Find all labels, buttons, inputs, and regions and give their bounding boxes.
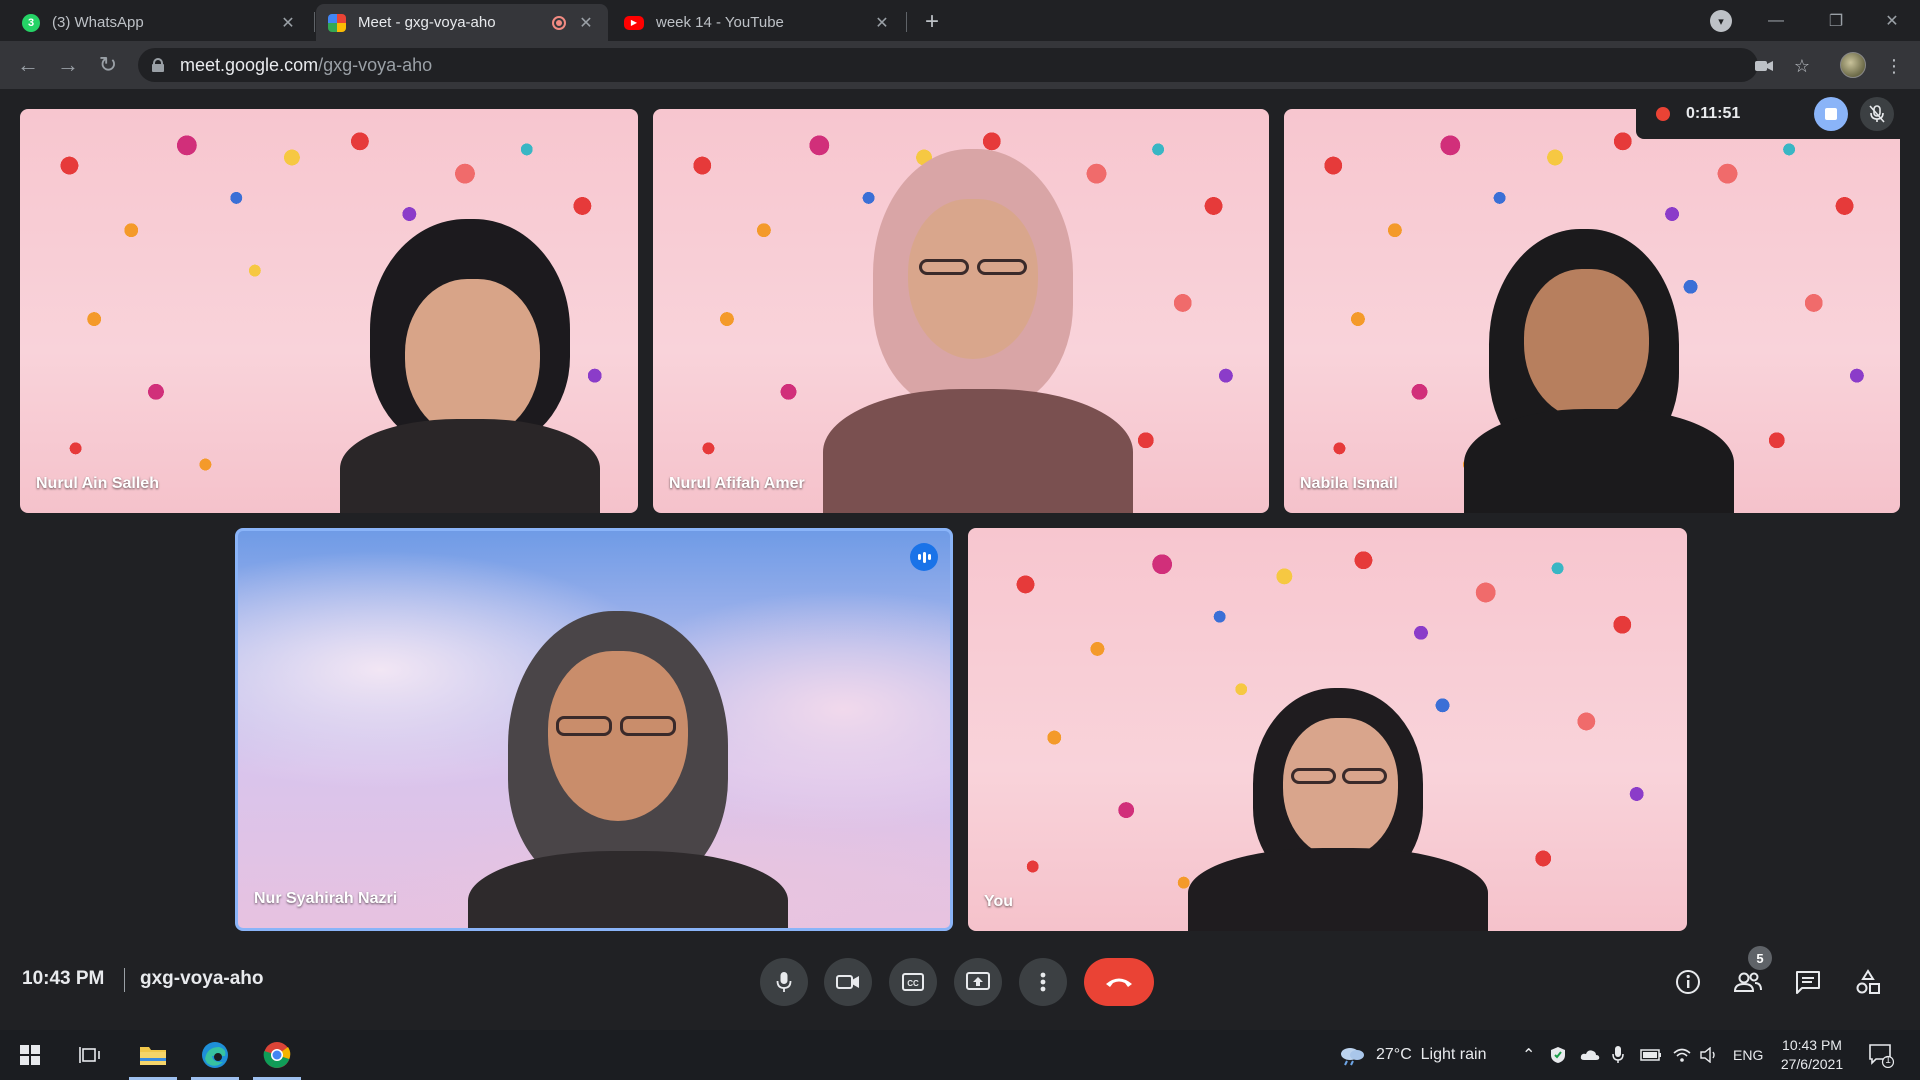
svg-text:CC: CC [907, 979, 919, 988]
tab-title: week 14 - YouTube [656, 14, 784, 31]
mic-off-icon[interactable] [1860, 97, 1894, 131]
speaking-indicator-icon [910, 543, 938, 571]
cloud-rain-icon [1341, 1048, 1364, 1066]
show-hidden-icons-chevron-up-icon[interactable]: ⌃ [1522, 1030, 1535, 1080]
youtube-icon: ▶ [624, 15, 644, 30]
participant-tile[interactable]: Nabila Ismail [1284, 109, 1900, 513]
windows-taskbar: 27°C Light rain ⌃ ENG 10:43 PM 27/6/2021… [0, 1030, 1920, 1080]
participant-video [340, 219, 610, 513]
minimize-button[interactable]: — [1746, 0, 1806, 41]
recording-panel: 0:11:51 [1636, 89, 1906, 139]
tab-title: (3) WhatsApp [52, 14, 144, 31]
present-screen-button[interactable] [954, 958, 1002, 1006]
participant-tile-active-speaker[interactable]: Nur Syahirah Nazri [235, 528, 953, 931]
self-view-tile[interactable]: You [968, 528, 1687, 931]
taskbar-time: 10:43 PM [1782, 1037, 1842, 1053]
recording-timer: 0:11:51 [1686, 105, 1741, 122]
reload-icon[interactable]: ↻ [92, 49, 124, 81]
wifi-icon[interactable] [1672, 1030, 1692, 1080]
participant-name: Nabila Ismail [1300, 475, 1398, 492]
taskbar-clock[interactable]: 10:43 PM 27/6/2021 [1760, 1036, 1864, 1074]
address-bar[interactable]: meet.google.com /gxg-voya-aho [138, 48, 1758, 82]
stop-recording-button[interactable] [1814, 97, 1848, 131]
url-path: /gxg-voya-aho [318, 54, 433, 75]
meet-icon [328, 13, 346, 32]
camera-button[interactable] [824, 958, 872, 1006]
browser-tab-strip: 3 (3) WhatsApp ✕ Meet - gxg-voya-aho ✕ ▶… [0, 0, 1920, 41]
participant-name: You [984, 893, 1014, 910]
end-call-button[interactable] [1084, 958, 1154, 1006]
onedrive-cloud-icon[interactable] [1580, 1030, 1600, 1080]
file-explorer-icon[interactable] [125, 1030, 181, 1080]
participant-tile[interactable]: Nurul Afifah Amer [653, 109, 1269, 513]
security-shield-icon[interactable] [1550, 1030, 1566, 1080]
action-center-notification-icon[interactable]: 1 [1868, 1030, 1894, 1080]
volume-icon[interactable] [1700, 1030, 1720, 1080]
camera-in-use-icon[interactable] [1752, 54, 1776, 78]
url-host: meet.google.com [180, 54, 319, 75]
participant-name: Nur Syahirah Nazri [254, 890, 398, 907]
close-icon[interactable]: ✕ [278, 13, 298, 33]
battery-icon[interactable] [1640, 1030, 1662, 1080]
tab-meet[interactable]: Meet - gxg-voya-aho ✕ [316, 4, 608, 41]
taskbar-date: 27/6/2021 [1780, 1056, 1844, 1072]
more-options-button[interactable] [1019, 958, 1067, 1006]
meeting-code: gxg-voya-aho [140, 968, 264, 989]
microphone-tray-icon[interactable] [1612, 1030, 1624, 1080]
tab-separator [314, 12, 315, 32]
bookmark-star-icon[interactable]: ☆ [1790, 54, 1814, 78]
participant-name: Nurul Ain Salleh [36, 475, 159, 492]
forward-arrow-icon[interactable]: → [52, 49, 84, 81]
participant-video [1188, 688, 1488, 931]
notification-count: 1 [1885, 1055, 1891, 1066]
microphone-button[interactable] [760, 958, 808, 1006]
tab-search-icon[interactable]: ▾ [1710, 10, 1732, 32]
tab-title: Meet - gxg-voya-aho [358, 14, 496, 31]
participant-tile[interactable]: Nurul Ain Salleh [20, 109, 638, 513]
back-arrow-icon[interactable]: ← [12, 49, 44, 81]
participant-video [823, 149, 1133, 513]
new-tab-button[interactable]: + [918, 8, 946, 36]
meeting-details-info-icon[interactable] [1668, 962, 1708, 1002]
chat-icon[interactable] [1788, 962, 1828, 1002]
whatsapp-icon: 3 [22, 13, 40, 32]
restore-button[interactable]: ❐ [1806, 0, 1866, 41]
chrome-browser-icon[interactable] [249, 1030, 305, 1080]
profile-avatar[interactable] [1840, 52, 1866, 78]
meeting-clock: 10:43 PM [22, 968, 105, 989]
captions-button[interactable]: CC [889, 958, 937, 1006]
participant-name: Nurul Afifah Amer [669, 475, 805, 492]
edge-browser-icon[interactable] [187, 1030, 243, 1080]
close-icon[interactable]: ✕ [576, 13, 596, 33]
participant-video [1464, 229, 1734, 513]
close-window-button[interactable]: ✕ [1862, 0, 1920, 41]
tab-whatsapp[interactable]: 3 (3) WhatsApp ✕ [10, 4, 310, 41]
divider [124, 968, 125, 992]
weather-widget[interactable]: 27°C Light rain [1338, 1030, 1486, 1080]
browser-toolbar: ← → ↻ meet.google.com /gxg-voya-aho ☆ ⋮ [0, 41, 1920, 89]
people-count-badge: 5 [1748, 946, 1772, 970]
close-icon[interactable]: ✕ [872, 13, 892, 33]
weather-text: 27°C Light rain [1376, 1046, 1487, 1063]
recording-dot-icon [1656, 107, 1670, 121]
menu-dots-icon[interactable]: ⋮ [1882, 54, 1906, 78]
activities-icon[interactable] [1848, 962, 1888, 1002]
input-language[interactable]: ENG [1733, 1030, 1763, 1080]
lock-icon [152, 58, 164, 72]
participant-video [468, 611, 788, 928]
windows-start-icon[interactable] [2, 1030, 58, 1080]
tab-separator [906, 12, 907, 32]
task-view-icon[interactable] [62, 1030, 118, 1080]
recording-indicator-icon [552, 15, 566, 30]
tab-youtube[interactable]: ▶ week 14 - YouTube ✕ [612, 4, 904, 41]
